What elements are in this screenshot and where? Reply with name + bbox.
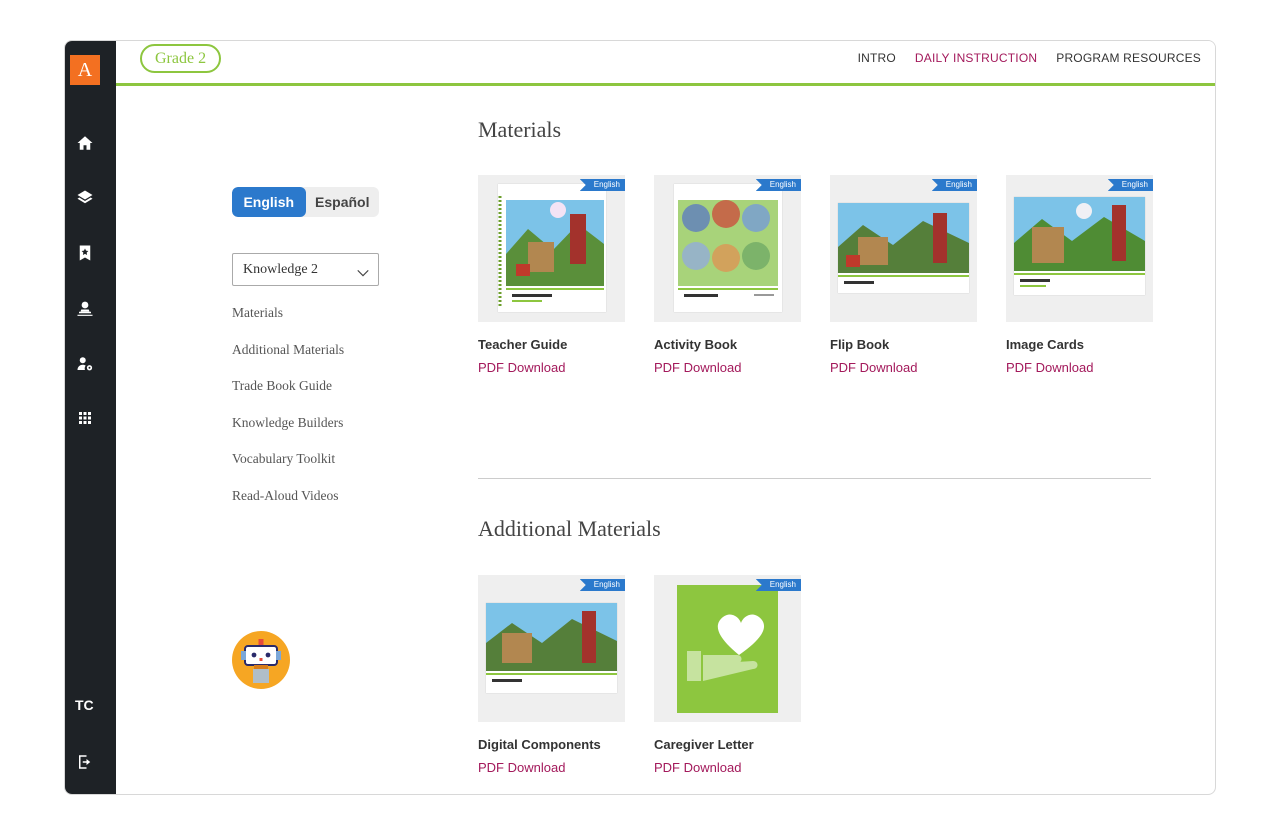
nav-daily-instruction[interactable]: DAILY INSTRUCTION [915, 51, 1037, 65]
pdf-download-link[interactable]: PDF Download [1006, 360, 1153, 375]
user-initials[interactable]: TC [75, 697, 94, 713]
chevron-down-icon [356, 261, 370, 277]
logout-icon[interactable] [75, 752, 95, 772]
section-nav: Materials Additional Materials Trade Boo… [232, 305, 344, 525]
teacher-icon[interactable] [75, 298, 95, 318]
material-card-teacher-guide[interactable]: English Teacher Guide PDF Download [478, 175, 625, 375]
section-nav-vocabulary-toolkit[interactable]: Vocabulary Toolkit [232, 451, 344, 488]
activity-book-thumbnail[interactable]: English [654, 175, 801, 322]
card-title: Activity Book [654, 337, 738, 352]
card-title: Image Cards [1006, 337, 1085, 352]
flip-book-thumbnail[interactable]: English [830, 175, 977, 322]
cover-image [486, 603, 617, 693]
section-nav-read-aloud-videos[interactable]: Read-Aloud Videos [232, 488, 344, 525]
material-card-activity-book[interactable]: English Activity Book PDF Download [654, 175, 801, 375]
cover-image [674, 184, 782, 312]
grade-selector[interactable]: Grade 2 [140, 44, 222, 73]
apps-grid-icon[interactable] [75, 408, 95, 428]
robot-assistant-icon[interactable] [232, 631, 290, 689]
cover-image [498, 184, 606, 312]
language-badge: English [579, 179, 625, 191]
cover-image [838, 203, 969, 293]
top-bar: Grade 2 INTRO DAILY INSTRUCTION PROGRAM … [116, 41, 1215, 86]
image-cards-thumbnail[interactable]: English [1006, 175, 1153, 322]
materials-heading: Materials [478, 117, 562, 142]
pdf-download-link[interactable]: PDF Download [654, 360, 801, 375]
card-title: Flip Book [830, 337, 890, 352]
teacher-guide-thumbnail[interactable]: English [478, 175, 625, 322]
pdf-download-link[interactable]: PDF Download [478, 760, 625, 775]
nav-program-resources[interactable]: PROGRAM RESOURCES [1056, 51, 1201, 65]
section-divider [478, 478, 1151, 479]
home-icon[interactable] [75, 133, 95, 153]
language-espanol-button[interactable]: Español [306, 187, 380, 217]
pdf-download-link[interactable]: PDF Download [478, 360, 625, 375]
caregiver-letter-thumbnail[interactable]: English [654, 575, 801, 722]
language-badge: English [1107, 179, 1153, 191]
top-nav: INTRO DAILY INSTRUCTION PROGRAM RESOURCE… [858, 51, 1201, 65]
language-badge: English [755, 579, 801, 591]
section-nav-trade-book-guide[interactable]: Trade Book Guide [232, 378, 344, 415]
language-toggle: English Español [232, 187, 379, 217]
card-title: Digital Components [478, 737, 601, 752]
language-badge: English [579, 579, 625, 591]
section-nav-additional-materials[interactable]: Additional Materials [232, 342, 344, 379]
user-settings-icon[interactable] [75, 354, 95, 374]
pdf-download-link[interactable]: PDF Download [654, 760, 801, 775]
language-english-button[interactable]: English [232, 187, 306, 217]
unit-select[interactable]: Knowledge 2 [232, 253, 379, 286]
language-badge: English [931, 179, 977, 191]
app-frame: A TC Grade 2 INTRO DAILY INSTRUCTION PRO… [64, 40, 1216, 795]
pdf-download-link[interactable]: PDF Download [830, 360, 977, 375]
section-nav-knowledge-builders[interactable]: Knowledge Builders [232, 415, 344, 452]
additional-materials-heading: Additional Materials [478, 516, 661, 541]
card-title: Teacher Guide [478, 337, 568, 352]
cover-image [1014, 197, 1145, 295]
unit-select-value: Knowledge 2 [243, 262, 319, 277]
app-logo[interactable]: A [70, 55, 100, 85]
section-nav-materials[interactable]: Materials [232, 305, 344, 342]
heart-hand-icon [677, 585, 778, 713]
material-card-image-cards[interactable]: English Image Cards PDF Download [1006, 175, 1153, 375]
card-title: Caregiver Letter [654, 737, 754, 752]
nav-intro[interactable]: INTRO [858, 51, 896, 65]
digital-components-thumbnail[interactable]: English [478, 575, 625, 722]
bookmark-star-icon[interactable] [75, 243, 95, 263]
material-card-caregiver-letter[interactable]: English Caregiver Letter PDF Download [654, 575, 801, 775]
left-rail: A TC [65, 41, 116, 794]
material-card-flip-book[interactable]: English Flip Book PDF Download [830, 175, 977, 375]
material-card-digital-components[interactable]: English Digital Components PDF Download [478, 575, 625, 775]
language-badge: English [755, 179, 801, 191]
layers-icon[interactable] [75, 188, 95, 208]
